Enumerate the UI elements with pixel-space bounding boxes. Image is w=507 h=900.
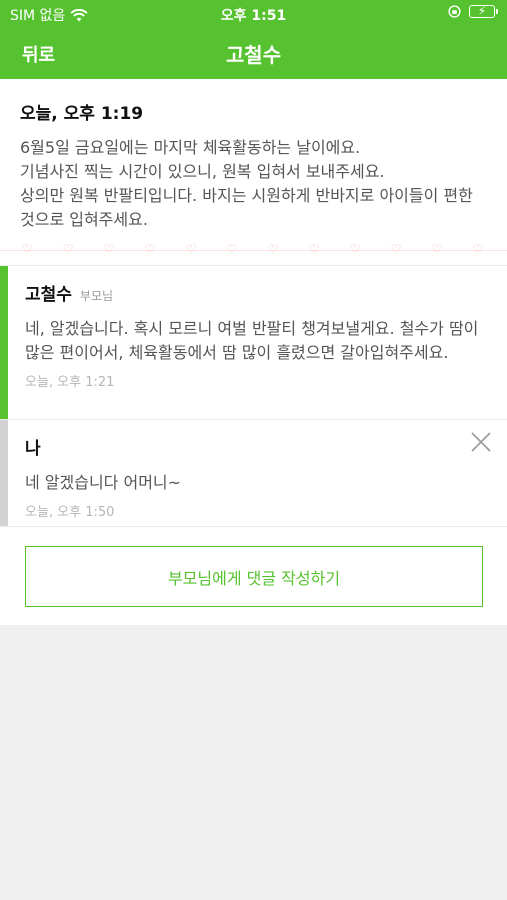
status-right: ⚡ xyxy=(448,4,498,18)
heart-icon: ♡ xyxy=(267,242,279,256)
heart-icon: ♡ xyxy=(185,242,197,256)
comment-text: 네, 알겠습니다. 혹시 모르니 여벌 반팔티 챙겨보낼게요. 철수가 땀이 많… xyxy=(25,319,479,362)
close-icon[interactable] xyxy=(469,430,493,454)
heart-icon: ♡ xyxy=(349,242,361,256)
comment-accent-bar xyxy=(0,266,8,419)
post-body: 6월5일 금요일에는 마지막 체육활동하는 날이에요. 기념사진 찍는 시간이 … xyxy=(20,138,473,229)
status-bar: SIM 없음 오후 1:51 ⚡ xyxy=(0,0,507,28)
page-title: 고철수 xyxy=(225,43,282,67)
comment-time: 오늘, 오후 1:50 xyxy=(25,505,115,520)
comment-text: 네 알겠습니다 어머니~ xyxy=(25,473,182,492)
comment-author: 나 xyxy=(25,439,41,459)
status-time: 오후 1:51 xyxy=(220,8,287,24)
heart-icon: ♡ xyxy=(390,242,402,256)
orientation-lock-icon xyxy=(448,5,461,18)
nav-bar: 뒤로 고철수 xyxy=(0,28,507,79)
heart-icon: ♡ xyxy=(308,242,320,256)
comment-item: 고철수 부모님 네, 알겠습니다. 혹시 모르니 여벌 반팔티 챙겨보낼게요. … xyxy=(0,265,507,419)
content: 오늘, 오후 1:19 6월5일 금요일에는 마지막 체육활동하는 날이에요. … xyxy=(0,79,507,625)
heart-icon: ♡ xyxy=(226,242,238,256)
heart-icon: ♡ xyxy=(62,242,74,256)
heart-icon: ♡ xyxy=(472,242,484,256)
divider xyxy=(0,526,507,527)
heart-divider: ♡ ♡ ♡ ♡ ♡ ♡ ♡ ♡ ♡ ♡ ♡ ♡ xyxy=(0,242,507,258)
heart-icon: ♡ xyxy=(21,242,33,256)
comment-item: 나 네 알겠습니다 어머니~ 오늘, 오후 1:50 xyxy=(0,419,507,526)
comment-role: 부모님 xyxy=(79,289,114,303)
heart-icon: ♡ xyxy=(103,242,115,256)
comment-time: 오늘, 오후 1:21 xyxy=(25,375,115,390)
notice-post: 오늘, 오후 1:19 6월5일 금요일에는 마지막 체육활동하는 날이에요. … xyxy=(0,79,507,259)
post-date: 오늘, 오후 1:19 xyxy=(20,104,144,124)
heart-icon: ♡ xyxy=(431,242,443,256)
comment-accent-bar xyxy=(0,420,8,526)
comment-author: 고철수 xyxy=(25,285,72,305)
header: SIM 없음 오후 1:51 ⚡ 뒤로 고철수 xyxy=(0,0,507,79)
battery-charging-icon: ⚡ xyxy=(469,4,498,18)
write-comment-button[interactable]: 부모님에게 댓글 작성하기 xyxy=(25,546,483,607)
heart-icon: ♡ xyxy=(144,242,156,256)
